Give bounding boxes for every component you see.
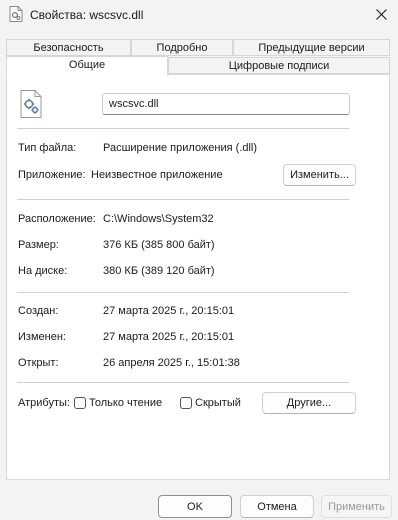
location-label: Расположение: bbox=[18, 213, 96, 225]
dll-file-icon bbox=[9, 6, 23, 22]
tab-general[interactable]: Общие bbox=[6, 56, 168, 75]
cancel-button[interactable]: Отмена bbox=[240, 495, 314, 518]
created-value: 27 марта 2025 г., 20:15:01 bbox=[103, 305, 235, 317]
tab-details[interactable]: Подробно bbox=[131, 39, 233, 56]
accessed-value: 26 апреля 2025 г., 15:01:38 bbox=[103, 357, 240, 369]
apply-button[interactable]: Применить bbox=[321, 495, 392, 518]
location-value: C:\Windows\System32 bbox=[103, 213, 214, 225]
size-value: 376 КБ (385 800 байт) bbox=[103, 239, 215, 251]
file-type-label: Тип файла: bbox=[18, 142, 77, 154]
tab-digital-signatures[interactable]: Цифровые подписи bbox=[168, 57, 390, 74]
size-label: Размер: bbox=[18, 239, 59, 251]
opens-with-value: Неизвестное приложение bbox=[91, 169, 223, 181]
separator bbox=[17, 199, 349, 200]
size-on-disk-value: 380 КБ (389 120 байт) bbox=[103, 265, 215, 277]
size-on-disk-label: На диске: bbox=[18, 265, 68, 277]
file-name-input[interactable] bbox=[102, 93, 350, 115]
window-title: Свойства: wscsvc.dll bbox=[30, 8, 144, 22]
tab-previous-versions[interactable]: Предыдущие версии bbox=[233, 39, 390, 56]
modified-label: Изменен: bbox=[18, 331, 66, 343]
separator bbox=[17, 128, 349, 129]
ok-button[interactable]: OK bbox=[158, 495, 232, 518]
hidden-label: Скрытый bbox=[195, 397, 241, 409]
separator bbox=[17, 382, 349, 383]
change-app-button[interactable]: Изменить... bbox=[283, 164, 356, 186]
general-tab-panel bbox=[6, 74, 390, 480]
advanced-attributes-button[interactable]: Другие... bbox=[262, 392, 356, 414]
opens-with-label: Приложение: bbox=[18, 169, 86, 181]
title-bar: Свойства: wscsvc.dll bbox=[0, 0, 398, 30]
readonly-checkbox[interactable] bbox=[74, 397, 86, 409]
close-icon bbox=[375, 8, 387, 20]
hidden-checkbox[interactable] bbox=[180, 397, 192, 409]
close-button[interactable] bbox=[364, 0, 398, 28]
file-type-value: Расширение приложения (.dll) bbox=[103, 142, 258, 154]
readonly-label: Только чтение bbox=[89, 397, 163, 409]
modified-value: 27 марта 2025 г., 20:15:01 bbox=[103, 331, 235, 343]
dll-file-icon bbox=[20, 90, 42, 118]
tab-security[interactable]: Безопасность bbox=[6, 39, 131, 56]
created-label: Создан: bbox=[18, 305, 59, 317]
separator bbox=[17, 292, 349, 293]
accessed-label: Открыт: bbox=[18, 357, 59, 369]
attributes-label: Атрибуты: bbox=[18, 397, 70, 409]
